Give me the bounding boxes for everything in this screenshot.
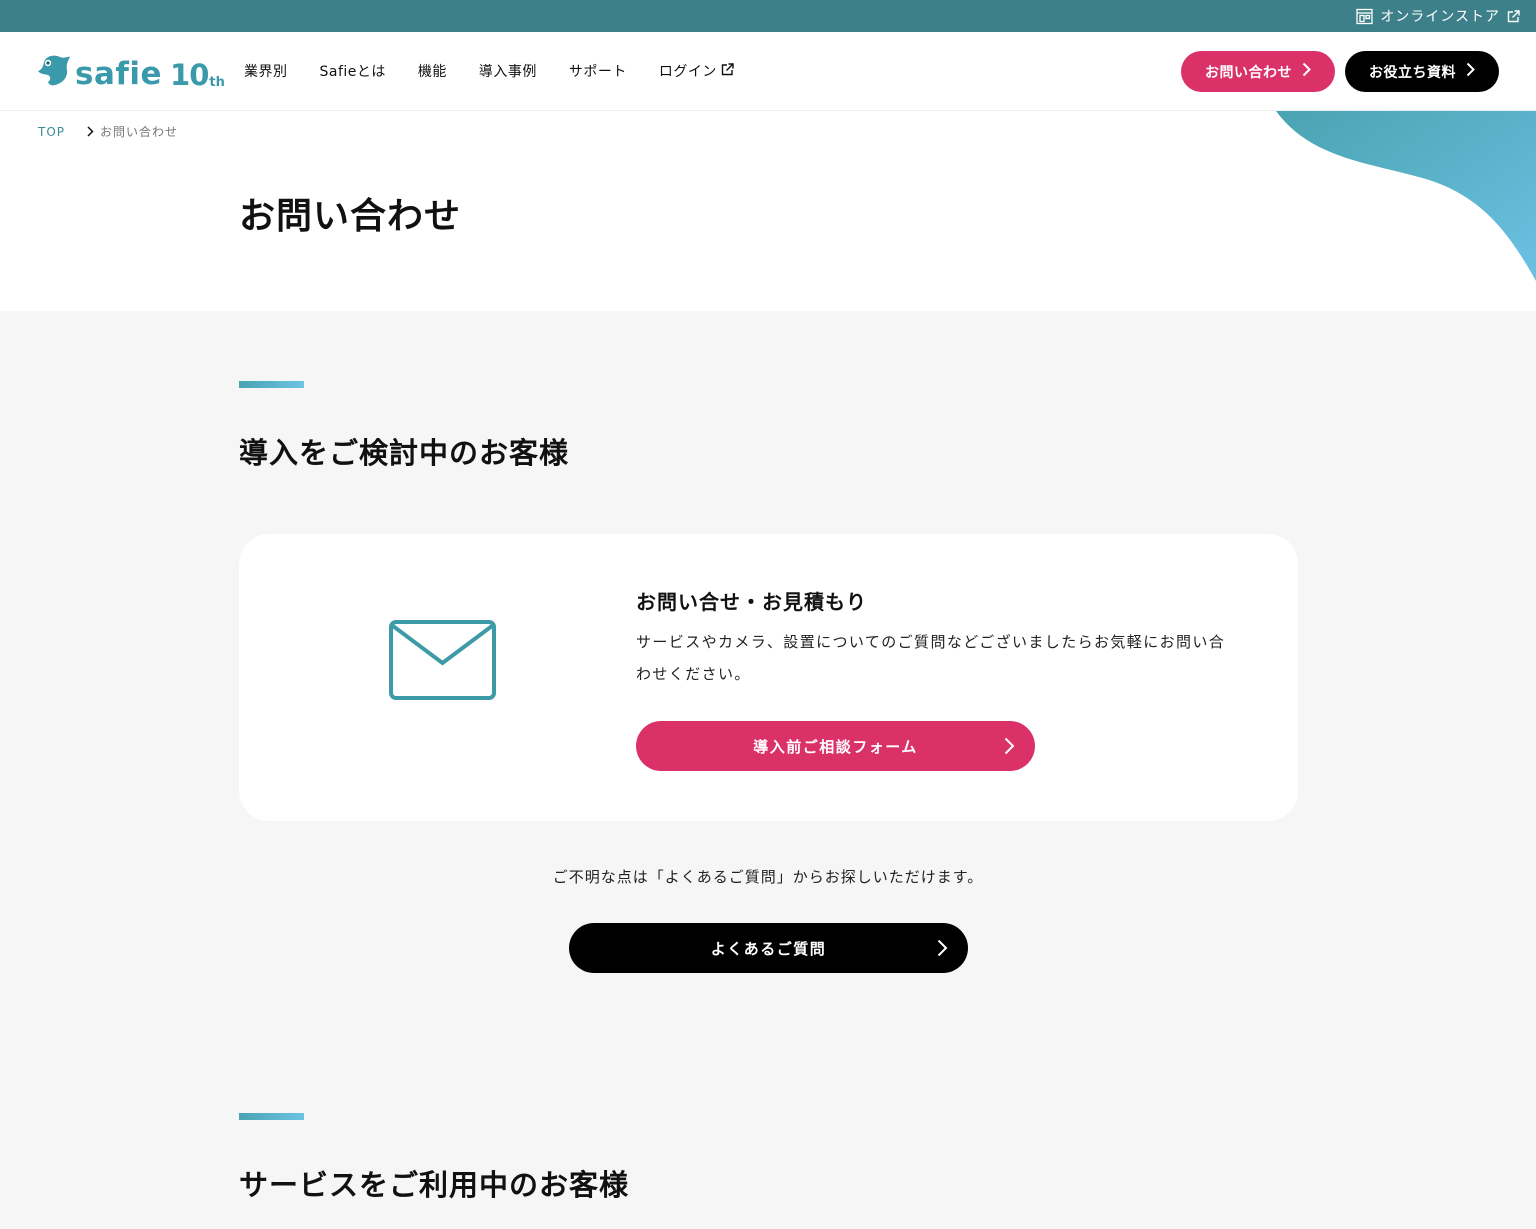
external-link-icon	[1507, 9, 1520, 23]
nav-industry[interactable]: 業界別	[244, 61, 288, 81]
store-icon	[1356, 8, 1373, 25]
contact-button[interactable]: お問い合わせ	[1181, 51, 1335, 92]
inquiry-card-description: サービスやカメラ、設置についてのご質問などございましたらお気軽にお問い合わせくだ…	[636, 633, 1226, 683]
section-accent-line	[239, 381, 304, 388]
logo-wordmark: safie	[75, 56, 163, 92]
chevron-right-icon	[937, 939, 948, 961]
mail-icon	[389, 620, 496, 704]
faq-note: ご不明な点は「よくあるご質問」からお探しいただけます。	[552, 868, 984, 886]
faq-button[interactable]: よくあるご質問	[569, 923, 968, 973]
logo-anniversary-number: 10	[170, 58, 209, 92]
nav-features[interactable]: 機能	[418, 61, 447, 81]
section-title-current-users: サービスをご利用中のお客様	[239, 1168, 630, 1202]
resources-button[interactable]: お役立ち資料	[1345, 51, 1499, 92]
nav-support[interactable]: サポート	[569, 61, 627, 81]
site-header: safie 10 th 業界別 Safieとは 機能 導入事例 サポート ログイ…	[0, 32, 1536, 111]
chevron-right-icon	[1302, 62, 1311, 81]
nav-case-studies[interactable]: 導入事例	[479, 61, 537, 81]
safie-logo[interactable]: safie 10 th	[37, 52, 225, 90]
main-nav: 業界別 Safieとは 機能 導入事例 サポート ログイン	[244, 32, 766, 110]
online-store-link[interactable]: オンラインストア	[1356, 0, 1520, 32]
breadcrumb-top-link[interactable]: TOP	[38, 125, 65, 139]
nav-about-safie[interactable]: Safieとは	[320, 61, 386, 81]
bird-logo-icon	[37, 52, 71, 90]
nav-login[interactable]: ログイン	[659, 61, 734, 81]
chevron-right-icon	[1466, 62, 1475, 81]
breadcrumb: TOP お問い合わせ	[38, 123, 178, 140]
section-accent-line	[239, 1113, 304, 1120]
page-title: お問い合わせ	[239, 196, 462, 237]
inquiry-card: お問い合せ・お見積もり サービスやカメラ、設置についてのご質問などございましたら…	[239, 534, 1298, 821]
logo-anniversary-suffix: th	[209, 75, 225, 90]
external-link-icon	[721, 62, 734, 80]
pre-consultation-form-button[interactable]: 導入前ご相談フォーム	[636, 721, 1035, 771]
section-title-prospective: 導入をご検討中のお客様	[239, 436, 570, 470]
breadcrumb-current: お問い合わせ	[100, 125, 179, 139]
top-utility-bar: オンラインストア	[0, 0, 1536, 32]
chevron-right-icon	[1004, 737, 1015, 759]
online-store-label: オンラインストア	[1380, 9, 1500, 25]
inquiry-card-title: お問い合せ・お見積もり	[636, 590, 867, 614]
page-hero: TOP お問い合わせ お問い合わせ	[0, 111, 1536, 311]
decorative-wave	[1276, 111, 1536, 281]
chevron-right-icon	[87, 126, 94, 137]
